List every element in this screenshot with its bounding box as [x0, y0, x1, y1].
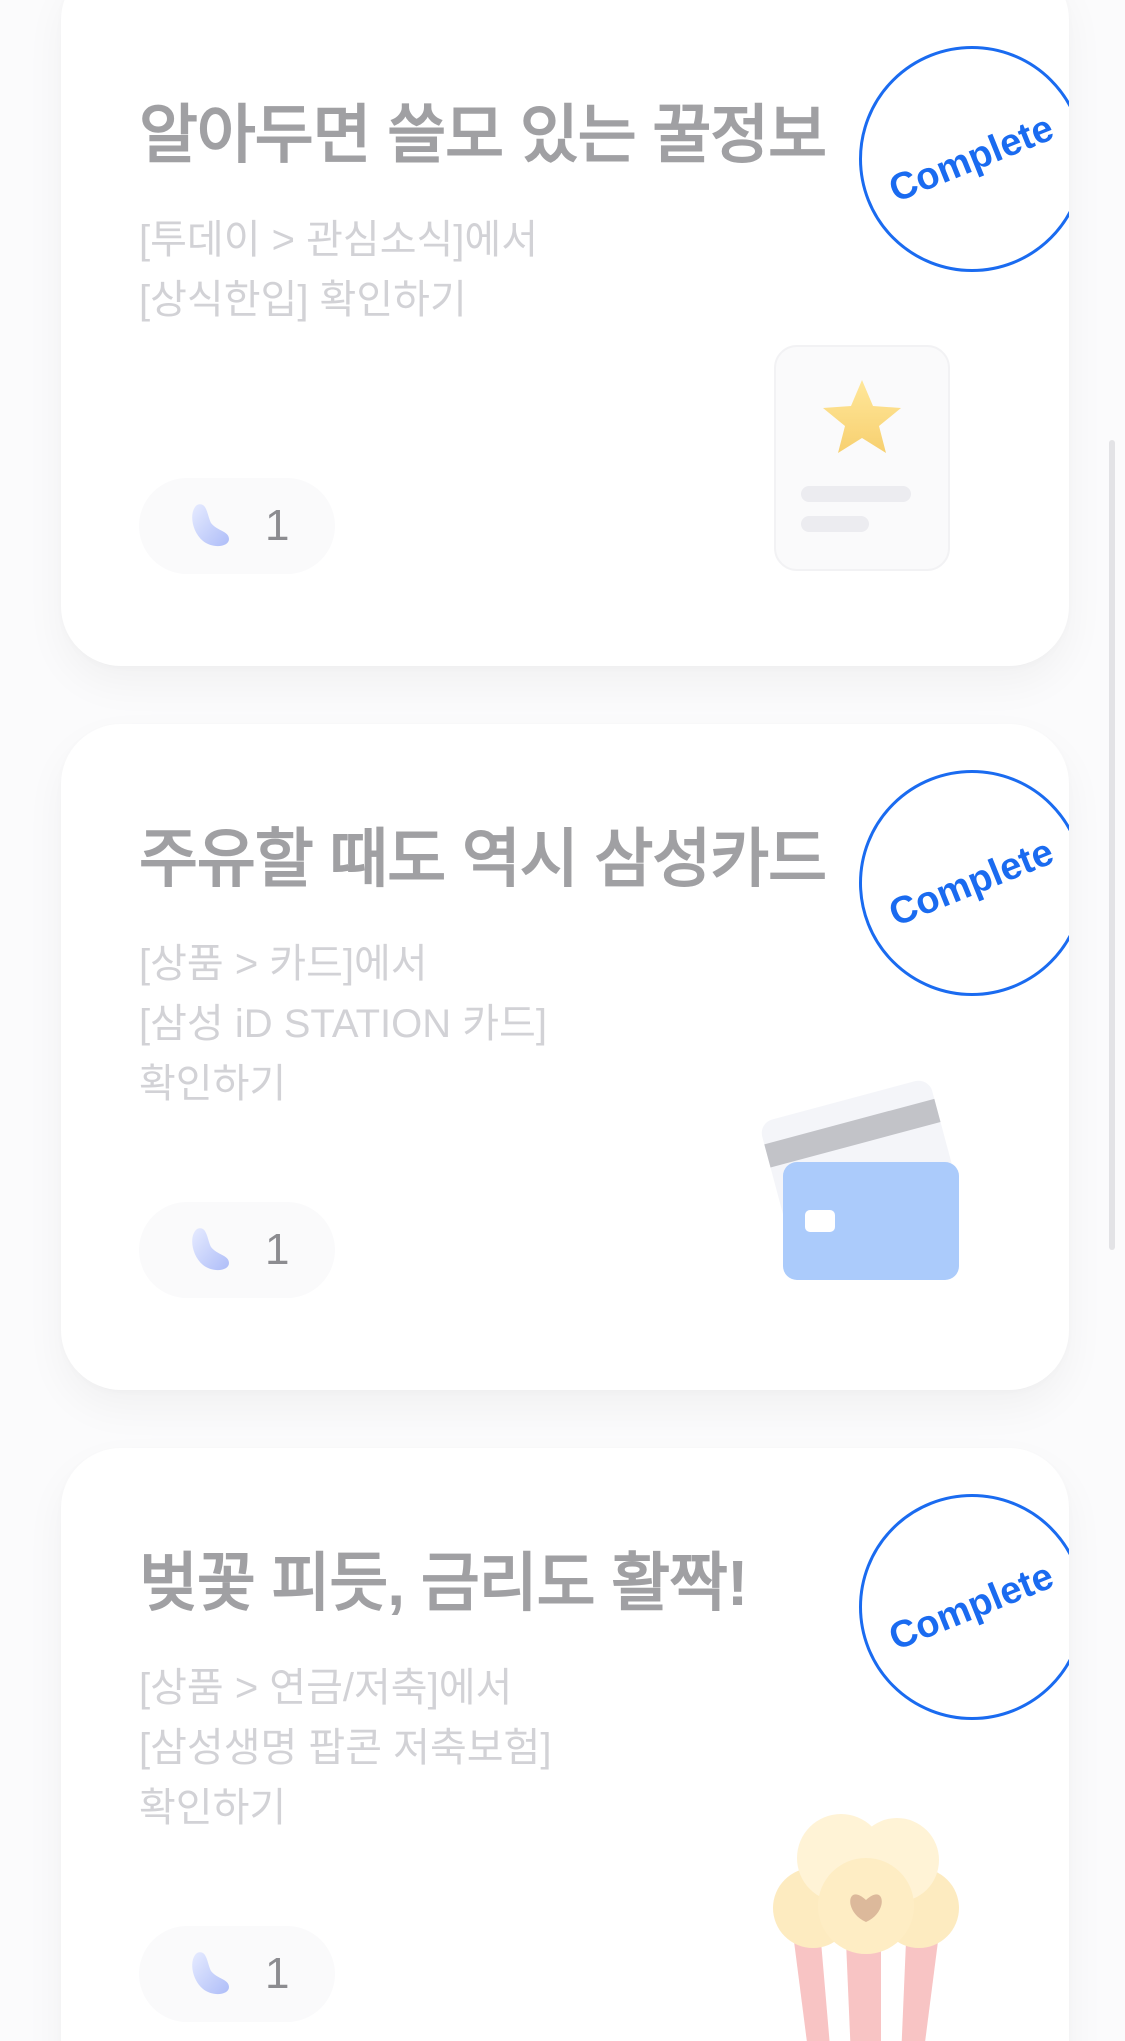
reward-count: 1: [265, 1225, 290, 1274]
reward-count: 1: [265, 501, 290, 550]
mission-description-line: 확인하기: [139, 1062, 287, 1106]
jelly-bean-icon: [192, 1952, 229, 1995]
vertical-scrollbar[interactable]: [1109, 440, 1115, 1250]
complete-stamp: Complete: [859, 46, 1069, 272]
mission-description-line: [투데이 > 관심소식]에서: [139, 218, 539, 262]
reward-badge: 1: [139, 1202, 335, 1298]
reward-count: 1: [265, 1949, 290, 1998]
mission-description-line: 확인하기: [139, 1786, 287, 1830]
reward-badge: 1: [139, 478, 335, 574]
mission-description-line: [상품 > 카드]에서: [139, 942, 428, 986]
mission-description-line: [상식한입] 확인하기: [139, 278, 467, 322]
starred-document-icon: [774, 345, 950, 571]
mission-title: 알아두면 쓸모 있는 꿀정보: [139, 99, 827, 171]
complete-label: Complete: [883, 106, 1060, 211]
popcorn-icon: [773, 1814, 959, 2041]
mission-list[interactable]: 알아두면 쓸모 있는 꿀정보 [투데이 > 관심소식]에서 [상식한입] 확인하…: [0, 0, 1125, 2041]
reward-badge: 1: [139, 1926, 335, 2022]
mission-description: [투데이 > 관심소식]에서 [상식한입] 확인하기: [139, 210, 538, 330]
mission-description: [상품 > 카드]에서 [삼성 iD STATION 카드] 확인하기: [139, 934, 547, 1114]
complete-label: Complete: [883, 1554, 1060, 1659]
jelly-bean-icon: [192, 1228, 229, 1271]
mission-card[interactable]: 벚꽃 피듯, 금리도 활짝! [상품 > 연금/저축]에서 [삼성생명 팝콘 저…: [61, 1448, 1069, 2041]
complete-stamp: Complete: [859, 1494, 1069, 1720]
mission-description-line: [삼성 iD STATION 카드]: [139, 1002, 547, 1046]
complete-label: Complete: [883, 830, 1060, 935]
mission-description-line: [상품 > 연금/저축]에서: [139, 1666, 513, 1710]
mission-title: 주유할 때도 역시 삼성카드: [139, 823, 827, 895]
mission-description-line: [삼성생명 팝콘 저축보험]: [139, 1726, 552, 1770]
mission-card[interactable]: 알아두면 쓸모 있는 꿀정보 [투데이 > 관심소식]에서 [상식한입] 확인하…: [61, 0, 1069, 666]
mission-card[interactable]: 주유할 때도 역시 삼성카드 [상품 > 카드]에서 [삼성 iD STATIO…: [61, 724, 1069, 1390]
complete-stamp: Complete: [859, 770, 1069, 996]
mission-title: 벚꽃 피듯, 금리도 활짝!: [139, 1547, 748, 1619]
jelly-bean-icon: [192, 504, 229, 547]
mission-description: [상품 > 연금/저축]에서 [삼성생명 팝콘 저축보험] 확인하기: [139, 1658, 551, 1838]
credit-card-icon: [761, 1080, 959, 1280]
